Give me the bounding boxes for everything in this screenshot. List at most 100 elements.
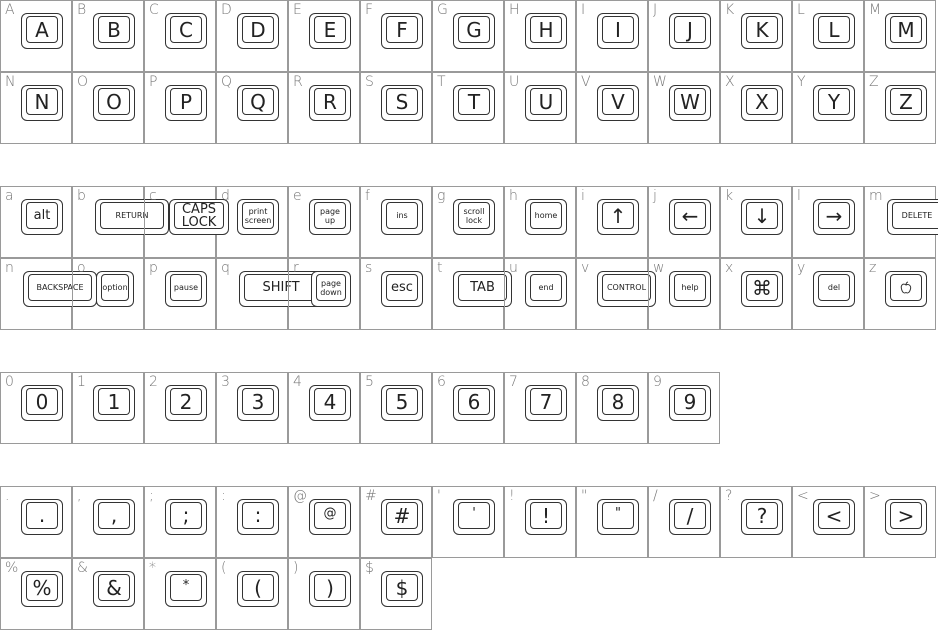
glyph-char-label: " — [581, 488, 588, 504]
key-glyph: O — [93, 85, 135, 121]
glyph-char-label: V — [581, 74, 591, 90]
glyph-char-label: c — [149, 188, 157, 204]
glyph-cell: EE — [288, 0, 360, 72]
key-glyph: ( — [237, 571, 279, 607]
key-label: S — [386, 88, 418, 115]
key-glyph: 1 — [93, 385, 135, 421]
glyph-char-label: & — [77, 560, 88, 576]
glyph-cell: $ $ — [360, 558, 432, 630]
glyph-cell: UU — [504, 72, 576, 144]
glyph-cell: w help — [648, 258, 720, 330]
glyph-char-label: L — [797, 2, 805, 18]
key-label: T — [458, 88, 490, 115]
glyph-cell: JJ — [648, 0, 720, 72]
key-glyph: J — [669, 13, 711, 49]
key-label: del — [818, 274, 850, 301]
glyph-char-label: y — [797, 260, 806, 276]
glyph-char-label: 8 — [581, 374, 590, 390]
key-glyph: 5 — [381, 385, 423, 421]
glyph-cell: n BACKSPACE — [0, 258, 97, 330]
glyph-char-label: o — [77, 260, 86, 276]
key-label: page down — [316, 274, 346, 301]
glyph-cell: q SHIFT — [216, 258, 323, 330]
key-glyph: N — [21, 85, 63, 121]
key-glyph: ↓ — [741, 199, 783, 235]
key-label: page up — [314, 202, 346, 229]
key-glyph: T — [453, 85, 495, 121]
glyph-cell: II — [576, 0, 648, 72]
key-label: ? — [746, 502, 778, 529]
glyph-cell: GG — [432, 0, 504, 72]
glyph-cell: u end — [504, 258, 576, 330]
glyph-cell: OO — [72, 72, 144, 144]
key-glyph: 6 — [453, 385, 495, 421]
key-glyph: L — [813, 13, 855, 49]
glyph-cell: h home — [504, 186, 576, 258]
key-glyph: * — [165, 571, 207, 607]
glyph-cell: j ← — [648, 186, 720, 258]
key-label: A — [26, 16, 58, 43]
glyph-char-label: n — [5, 260, 14, 276]
command-icon: ⌘ — [746, 274, 778, 301]
key-label: ) — [314, 574, 346, 601]
key-label: Q — [242, 88, 274, 115]
glyph-cell: MM — [864, 0, 936, 72]
glyph-cell: c CAPS LOCK — [144, 186, 229, 258]
glyph-char-label: f — [365, 188, 370, 204]
glyph-cell: PP — [144, 72, 216, 144]
glyph-char-label: D — [221, 2, 232, 18]
glyph-char-label: l — [797, 188, 801, 204]
glyph-cell: ?? — [720, 486, 792, 558]
glyph-char-label: C — [149, 2, 159, 18]
key-glyph: help — [669, 271, 711, 307]
key-glyph: ? — [741, 499, 783, 535]
glyph-char-label: F — [365, 2, 374, 18]
glyph-char-label: s — [365, 260, 373, 276]
key-label: D — [242, 16, 274, 43]
glyph-char-label: 0 — [5, 374, 14, 390]
key-label: * — [170, 574, 202, 601]
glyph-cell: l → — [792, 186, 864, 258]
glyph-cell: LL — [792, 0, 864, 72]
glyph-cell: g scroll lock — [432, 186, 504, 258]
glyph-cell: v CONTROL — [576, 258, 656, 330]
glyph-char-label: j — [653, 188, 657, 204]
key-glyph: option — [96, 271, 134, 307]
key-label: J — [674, 16, 706, 43]
glyph-char-label: Q — [221, 74, 233, 90]
glyph-char-label: ( — [221, 560, 227, 576]
key-label: home — [530, 202, 562, 229]
key-label: W — [674, 88, 706, 115]
glyph-cell: BB — [72, 0, 144, 72]
key-glyph: DELETE — [887, 199, 938, 235]
key-label: 1 — [98, 388, 130, 415]
glyph-cell: # # — [360, 486, 432, 558]
key-glyph: P — [165, 85, 207, 121]
glyph-cell: a alt — [0, 186, 72, 258]
key-glyph: print screen — [237, 199, 279, 235]
glyph-cell: m DELETE — [864, 186, 938, 258]
glyph-cell: i ↑ — [576, 186, 648, 258]
key-label: esc — [386, 274, 418, 301]
key-glyph — [885, 271, 927, 307]
glyph-cell: 33 — [216, 372, 288, 444]
glyph-char-label: ; — [149, 488, 154, 504]
key-glyph: X — [741, 85, 783, 121]
key-glyph: A — [21, 13, 63, 49]
key-label: V — [602, 88, 634, 115]
key-label: < — [818, 502, 850, 529]
key-glyph: . — [21, 499, 63, 535]
key-glyph: del — [813, 271, 855, 307]
key-glyph: $ — [381, 571, 423, 607]
key-label: , — [98, 502, 130, 529]
key-glyph: K — [741, 13, 783, 49]
key-label: . — [26, 502, 58, 529]
key-label — [890, 274, 922, 301]
glyph-char-label: , — [77, 488, 82, 504]
glyph-char-label: % — [5, 560, 19, 576]
glyph-char-label: A — [5, 2, 15, 18]
key-glyph: → — [813, 199, 855, 235]
key-glyph: page down — [311, 271, 351, 307]
key-label: : — [242, 502, 274, 529]
key-glyph: end — [525, 271, 567, 307]
